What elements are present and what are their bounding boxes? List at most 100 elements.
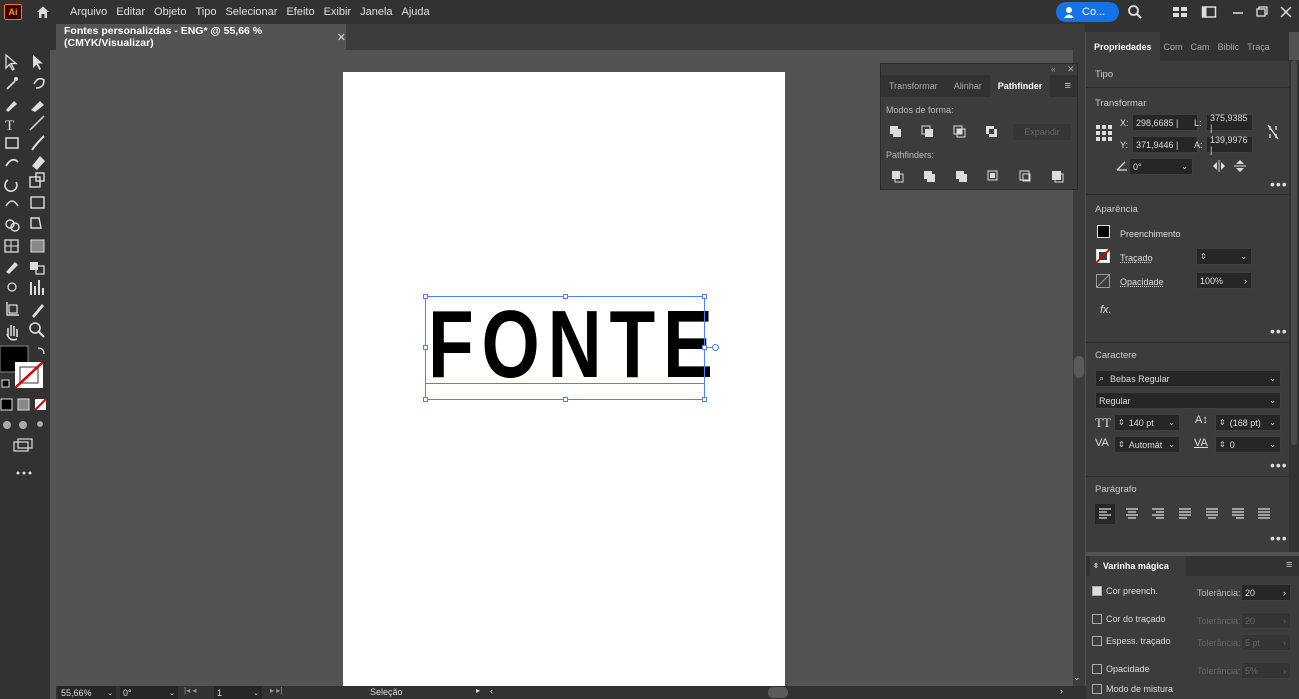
chevron-down-icon[interactable]: ⌄ <box>1269 396 1276 405</box>
chevron-down-icon[interactable]: ⌄ <box>1269 374 1276 383</box>
resize-handle-w[interactable] <box>423 345 428 350</box>
chevron-right-icon[interactable]: › <box>1244 276 1247 286</box>
close-window-icon[interactable] <box>1278 4 1294 20</box>
font-size-field[interactable]: ⇕ 140 pt ⌄ <box>1114 414 1180 431</box>
collapse-arrows-icon[interactable]: ⇳ <box>1093 562 1099 570</box>
stepper-icon[interactable]: ⇕ <box>1118 440 1125 449</box>
scroll-down-icon[interactable]: ⌄ <box>1073 672 1081 683</box>
constrain-proportions-icon[interactable] <box>1266 124 1280 140</box>
mw-row-weight[interactable]: Espess. traçado <box>1092 636 1171 646</box>
resize-handle-s[interactable] <box>563 397 568 402</box>
mw-row-blend[interactable]: Modo de mistura <box>1092 684 1173 694</box>
paragraph-align-buttons[interactable] <box>1095 504 1275 524</box>
shape-mode-buttons[interactable] <box>889 124 1009 140</box>
opacity-field[interactable]: 100% › <box>1196 272 1252 289</box>
collapse-panel-icon[interactable]: « <box>1051 65 1055 74</box>
more-character-icon[interactable]: ••• <box>1270 458 1288 472</box>
tab-tracado[interactable]: Traça <box>1243 32 1274 61</box>
resize-handle-se[interactable] <box>702 397 707 402</box>
tab-pathfinder[interactable]: Pathfinder <box>989 75 1051 97</box>
search-icon[interactable] <box>1127 4 1143 20</box>
chevron-right-icon[interactable]: › <box>1283 588 1286 598</box>
horizontal-scroll-thumb[interactable] <box>768 687 788 698</box>
more-paragraph-icon[interactable]: ••• <box>1270 531 1288 545</box>
chevron-down-icon[interactable]: ⌄ <box>1269 440 1276 449</box>
chevron-down-icon[interactable]: ⌄ <box>1240 252 1247 261</box>
resize-handle-ne[interactable] <box>702 294 707 299</box>
kerning-field[interactable]: ⇕ Automát ⌄ <box>1114 436 1180 453</box>
stroke-swatch[interactable] <box>1096 249 1110 263</box>
menu-tipo[interactable]: Tipo <box>195 6 216 18</box>
flip-vertical-icon[interactable] <box>1234 159 1246 173</box>
menu-ajuda[interactable]: Ajuda <box>402 6 430 18</box>
expand-button[interactable]: Expandir <box>1013 124 1071 140</box>
effects-icon[interactable]: fx. <box>1100 304 1112 316</box>
workspace-icon[interactable] <box>1172 4 1188 20</box>
magic-wand-tab[interactable]: ⇳ Varinha mágica <box>1090 556 1186 576</box>
resize-handle-nw[interactable] <box>423 294 428 299</box>
minimize-icon[interactable] <box>1230 4 1246 20</box>
rotation-field[interactable]: 0° ⌄ <box>120 686 178 699</box>
rotate-field[interactable]: 0° ⌄ <box>1129 158 1193 175</box>
text-out-port[interactable] <box>712 344 719 351</box>
status-menu-icon[interactable]: ▸ <box>476 686 480 695</box>
first-artboard-icon[interactable]: |◂ ◂ <box>184 686 196 695</box>
chevron-down-icon[interactable]: ⌄ <box>1168 418 1175 427</box>
scroll-thumb[interactable] <box>1074 356 1084 378</box>
last-artboard-icon[interactable]: ▸ ▸| <box>270 686 282 695</box>
menu-exibir[interactable]: Exibir <box>324 6 352 18</box>
menu-selecionar[interactable]: Selecionar <box>225 6 277 18</box>
chevron-down-icon[interactable]: ⌄ <box>253 689 259 697</box>
scroll-thumb[interactable] <box>1291 60 1297 445</box>
panels-icon[interactable] <box>1201 4 1217 20</box>
height-field[interactable]: 139,9976 | <box>1206 135 1253 155</box>
tab-propriedades[interactable]: Propriedades <box>1086 32 1160 61</box>
checkbox-weight[interactable] <box>1092 636 1102 646</box>
stepper-icon[interactable]: ⇕ <box>1219 418 1226 427</box>
tab-alinhar[interactable]: Alinhar <box>946 75 990 97</box>
stepper-icon[interactable]: ⇕ <box>1200 252 1207 261</box>
panel-menu-icon[interactable]: ≡ <box>1286 559 1292 571</box>
stroke-weight-field[interactable]: ⇕ ⌄ <box>1196 248 1252 265</box>
width-field[interactable]: 375,9385 | <box>1206 113 1253 133</box>
chevron-down-icon[interactable]: ⌄ <box>1181 162 1188 171</box>
close-panel-icon[interactable]: ✕ <box>1067 64 1075 75</box>
checkbox-opacity[interactable] <box>1092 664 1102 674</box>
resize-handle-n[interactable] <box>563 294 568 299</box>
tab-transformar[interactable]: Transformar <box>881 75 946 97</box>
chevron-down-icon[interactable]: ⌄ <box>107 689 113 697</box>
checkbox-stroke[interactable] <box>1092 614 1102 624</box>
pathfinder-buttons[interactable] <box>891 169 1071 185</box>
menu-objeto[interactable]: Objeto <box>154 6 186 18</box>
chevron-down-icon[interactable]: ⌄ <box>1168 440 1175 449</box>
stepper-icon[interactable]: ⇕ <box>1118 418 1125 427</box>
tab-camadas[interactable]: Cam <box>1187 32 1214 61</box>
more-transform-icon[interactable]: ••• <box>1270 177 1288 191</box>
tab-comentarios[interactable]: Com <box>1160 32 1187 61</box>
tracking-field[interactable]: ⇕ 0 ⌄ <box>1215 436 1281 453</box>
stepper-icon[interactable]: ⇕ <box>1219 440 1226 449</box>
font-style-field[interactable]: Regular ⌄ <box>1095 392 1281 409</box>
checkbox-fill[interactable] <box>1092 586 1102 596</box>
scroll-left-icon[interactable]: ‹ <box>490 686 493 696</box>
checkbox-blend[interactable] <box>1092 684 1102 694</box>
selection-bounding-box[interactable] <box>425 296 705 400</box>
y-field[interactable]: 371,9446 | <box>1132 136 1198 153</box>
tab-bibliotecas[interactable]: Biblic <box>1214 32 1244 61</box>
menu-efeito[interactable]: Efeito <box>286 6 314 18</box>
document-tab[interactable]: Fontes personalizdas - ENG* @ 55,66 % (C… <box>56 24 346 50</box>
home-icon[interactable] <box>34 3 52 21</box>
restore-icon[interactable] <box>1254 4 1270 20</box>
chevron-down-icon[interactable]: ⌄ <box>169 689 175 697</box>
mw-row-opacity[interactable]: Opacidade <box>1092 664 1150 674</box>
properties-scrollbar[interactable] <box>1289 60 1299 552</box>
chevron-down-icon[interactable]: ⌄ <box>1269 418 1276 427</box>
leading-field[interactable]: ⇕ (168 pt) ⌄ <box>1215 414 1281 431</box>
opacity-label[interactable]: Opacidade <box>1120 277 1164 287</box>
flip-horizontal-icon[interactable] <box>1212 160 1226 172</box>
collaborate-button[interactable]: Co... <box>1056 2 1119 22</box>
reference-point-icon[interactable] <box>1095 124 1113 142</box>
menu-editar[interactable]: Editar <box>116 6 145 18</box>
font-family-field[interactable]: ⌕ Bebas Regular ⌄ <box>1095 370 1281 387</box>
menu-arquivo[interactable]: Arquivo <box>70 6 107 18</box>
